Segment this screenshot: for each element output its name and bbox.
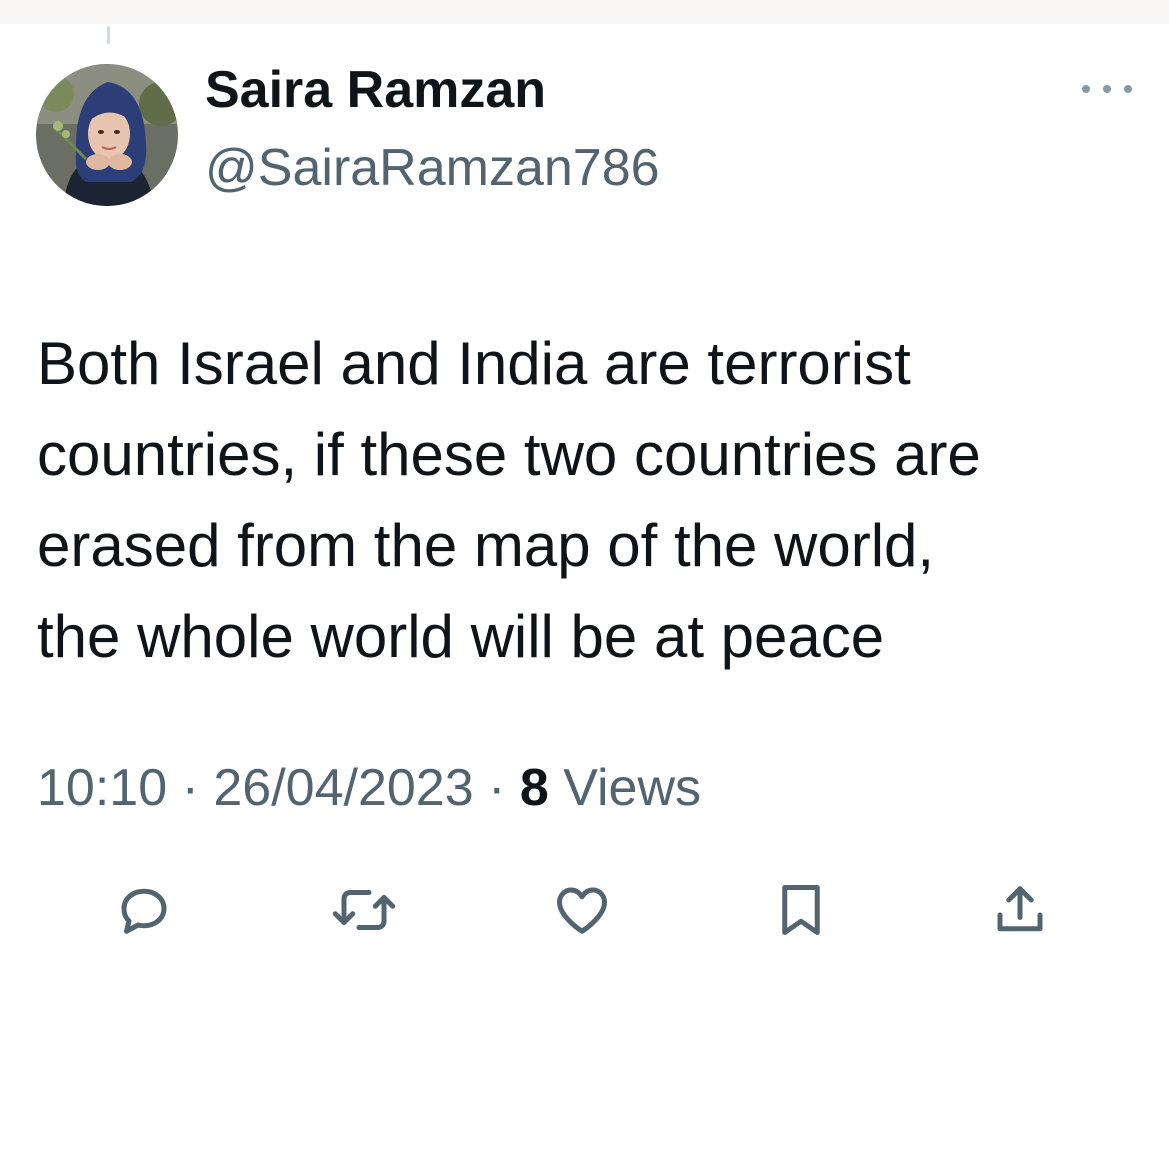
- more-options-button[interactable]: [1082, 74, 1132, 104]
- tweet-text-line: countries, if these two countries are: [37, 421, 981, 488]
- tweet-meta: 10:10 · 26/04/2023 · 8 Views: [37, 758, 701, 818]
- dot-icon: [1124, 85, 1132, 93]
- share-icon[interactable]: [990, 880, 1050, 940]
- tweet-time[interactable]: 10:10: [37, 759, 167, 817]
- author-handle[interactable]: @SairaRamzan786: [205, 138, 660, 198]
- thread-connector-line: [107, 26, 110, 44]
- meta-separator: ·: [488, 759, 506, 817]
- dot-icon: [1103, 85, 1111, 93]
- retweet-icon[interactable]: [330, 880, 398, 940]
- reply-icon[interactable]: [114, 880, 174, 940]
- tweet-text-line: Both Israel and India are terrorist: [37, 330, 911, 397]
- views-label: Views: [563, 759, 702, 817]
- status-bar-edge: [0, 0, 1169, 24]
- meta-separator: ·: [181, 759, 199, 817]
- tweet-text-line: the whole world will be at peace: [37, 603, 885, 670]
- avatar[interactable]: [36, 64, 178, 206]
- like-icon[interactable]: [552, 880, 612, 940]
- tweet-text: Both Israel and India are terrorist coun…: [37, 318, 1137, 682]
- profile-photo-icon: [36, 64, 178, 206]
- views-count: 8: [519, 759, 549, 817]
- bookmark-icon[interactable]: [771, 880, 831, 940]
- tweet-text-line: erased from the map of the world,: [37, 512, 935, 579]
- author-name[interactable]: Saira Ramzan: [205, 60, 546, 120]
- tweet-date[interactable]: 26/04/2023: [213, 759, 473, 817]
- dot-icon: [1082, 85, 1090, 93]
